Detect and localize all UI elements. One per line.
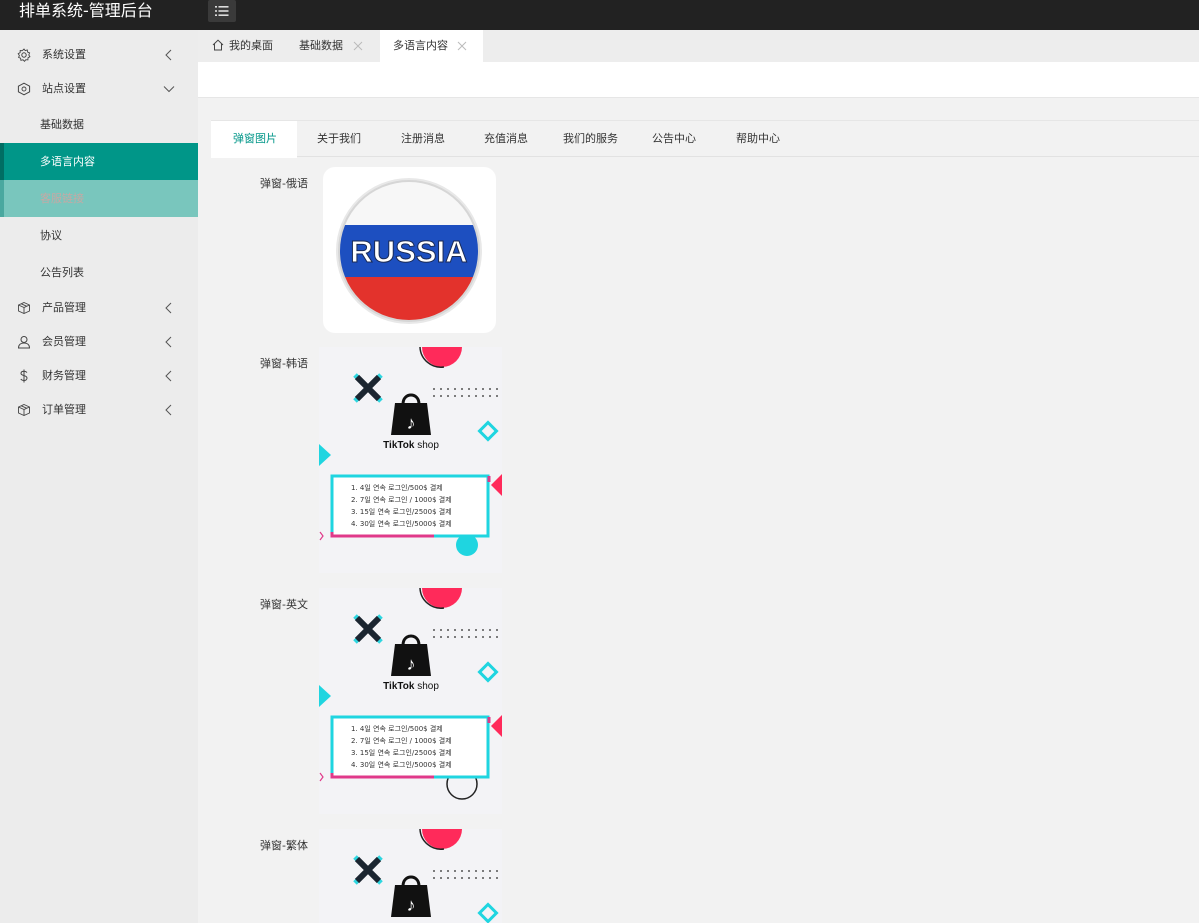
svg-text:♪: ♪ — [407, 413, 416, 433]
dollar-icon — [20, 369, 28, 383]
content-tab-label: 公告中心 — [652, 132, 696, 145]
top-header: 排单系统-管理后台 — [0, 0, 1199, 30]
chevron-left-icon — [165, 49, 172, 61]
popup-korean-image[interactable]: ♪ TikTok shop 1. 4일 연속 로그인/500$ 결제 2. 7일… — [319, 347, 502, 573]
chevron-left-icon — [165, 404, 172, 416]
promo-line-2: 2. 7일 연속 로그인 / 1000$ 결제 — [351, 736, 452, 745]
page-toolbar — [198, 62, 1199, 98]
tiktok-promo-graphic: ♪ TikTok shop 1. 4일 연속 로그인/500$ 결제 2. 7일… — [319, 588, 502, 814]
russia-flag-badge: RUSSIA — [336, 178, 482, 324]
promo-line-1: 1. 4일 연속 로그인/500$ 결제 — [351, 724, 443, 733]
sidebar-subitem-label: 客服链接 — [40, 192, 84, 205]
close-icon[interactable] — [353, 41, 363, 51]
tab-label: 基础数据 — [299, 39, 343, 52]
tab-multilanguage[interactable]: 多语言内容 — [380, 30, 483, 62]
sidebar: 系统设置 站点设置 基础数据 多语言内容 客服链接 协议 公告列表 产品管理 会… — [0, 30, 198, 923]
sidebar-subitem-basic-data[interactable]: 基础数据 — [0, 106, 198, 143]
sidebar-subitem-label: 协议 — [40, 229, 62, 242]
content-tab-popup-image[interactable]: 弹窗图片 — [211, 121, 297, 158]
user-icon — [17, 336, 31, 349]
sidebar-subitem-agreement[interactable]: 协议 — [0, 217, 198, 254]
content-tab-label: 弹窗图片 — [233, 132, 277, 145]
sidebar-item-order-management[interactable]: 订单管理 — [0, 393, 198, 427]
svg-text:TikTok shop: TikTok shop — [383, 681, 439, 692]
sidebar-item-product-management[interactable]: 产品管理 — [0, 291, 198, 325]
chevron-left-icon — [165, 370, 172, 382]
sidebar-item-label: 财务管理 — [42, 369, 86, 382]
page-tabs-bar: 我的桌面 基础数据 多语言内容 — [198, 30, 1199, 62]
home-icon — [212, 39, 224, 51]
sidebar-subitem-label: 多语言内容 — [40, 155, 95, 168]
box-icon — [18, 404, 30, 416]
popup-korean-label: 弹窗-韩语 — [260, 357, 308, 370]
content-tab-about-us[interactable]: 关于我们 — [297, 121, 381, 158]
svg-text:♪: ♪ — [407, 895, 416, 915]
sidebar-item-label: 产品管理 — [42, 301, 86, 314]
tiktok-promo-graphic: ♪ TikTok shop 1. 4일 연속 로그인/500$ 결제 2. 7일… — [319, 347, 502, 573]
popup-english-label: 弹窗-英文 — [260, 598, 308, 611]
content-tab-notice-center[interactable]: 公告中心 — [637, 121, 721, 158]
content-tab-label: 注册消息 — [401, 132, 445, 145]
sidebar-subitem-multilanguage[interactable]: 多语言内容 — [0, 143, 198, 180]
content-tab-our-services[interactable]: 我们的服务 — [549, 121, 637, 158]
chevron-left-icon — [165, 336, 172, 348]
popup-english-image[interactable]: ♪ TikTok shop 1. 4일 연속 로그인/500$ 결제 2. 7일… — [319, 588, 502, 814]
chevron-down-icon — [163, 86, 175, 93]
content-tab-label: 我们的服务 — [563, 132, 618, 145]
svg-text:TikTok shop: TikTok shop — [383, 440, 439, 451]
popup-russian-label: 弹窗-俄语 — [260, 177, 308, 190]
promo-line-1: 1. 4일 연속 로그인/500$ 결제 — [351, 483, 443, 492]
promo-line-4: 4. 30일 연속 로그인/5000$ 결제 — [351, 760, 452, 769]
sidebar-item-label: 订单管理 — [42, 403, 86, 416]
chevron-left-icon — [165, 302, 172, 314]
popup-traditional-label: 弹窗-繁体 — [260, 839, 308, 852]
shop-word-text: shop — [417, 681, 439, 692]
sidebar-subitem-notice-list[interactable]: 公告列表 — [0, 254, 198, 291]
tab-my-desktop[interactable]: 我的桌面 — [198, 30, 286, 62]
content-tab-register-message[interactable]: 注册消息 — [381, 121, 465, 158]
content-tab-label: 充值消息 — [484, 132, 528, 145]
sidebar-item-system-settings[interactable]: 系统设置 — [0, 38, 198, 72]
gear-icon — [17, 48, 31, 62]
close-icon[interactable] — [457, 41, 467, 51]
sidebar-subitem-label: 公告列表 — [40, 266, 84, 279]
sidebar-item-site-settings[interactable]: 站点设置 — [0, 72, 198, 106]
sidebar-item-finance-management[interactable]: 财务管理 — [0, 359, 198, 393]
sidebar-item-label: 会员管理 — [42, 335, 86, 348]
popup-russian-image[interactable]: RUSSIA — [323, 167, 496, 333]
tab-label: 我的桌面 — [229, 39, 273, 52]
sidebar-subitem-label: 基础数据 — [40, 118, 84, 131]
tab-basic-data[interactable]: 基础数据 — [286, 30, 380, 62]
promo-line-3: 3. 15일 연속 로그인/2500$ 결제 — [351, 748, 452, 757]
tiktok-brand-text: TikTok — [383, 440, 415, 451]
content-tabs: 弹窗图片 关于我们 注册消息 充值消息 我们的服务 公告中心 帮助中心 — [211, 120, 1199, 158]
box-icon — [18, 302, 30, 314]
tiktok-promo-graphic: ♪ — [319, 829, 502, 923]
site-icon — [17, 82, 31, 96]
promo-line-4: 4. 30일 연속 로그인/5000$ 결제 — [351, 519, 452, 528]
tiktok-brand-text: TikTok — [383, 681, 415, 692]
app-root: 排单系统-管理后台 系统设置 站点设置 基础数据 多语言内容 客服链接 协议 公… — [0, 0, 1199, 923]
shop-word-text: shop — [417, 440, 439, 451]
menu-toggle-button[interactable] — [208, 0, 236, 22]
russia-badge-text: RUSSIA — [350, 234, 467, 269]
list-icon — [215, 6, 229, 16]
content-tab-recharge-message[interactable]: 充值消息 — [465, 121, 549, 158]
svg-text:♪: ♪ — [407, 654, 416, 674]
sidebar-item-label: 系统设置 — [42, 48, 86, 61]
content-tab-label: 关于我们 — [317, 132, 361, 145]
promo-line-2: 2. 7일 연속 로그인 / 1000$ 결제 — [351, 495, 452, 504]
sidebar-subitem-service-link[interactable]: 客服链接 — [0, 180, 198, 217]
promo-line-3: 3. 15일 연속 로그인/2500$ 결제 — [351, 507, 452, 516]
sidebar-item-label: 站点设置 — [42, 82, 86, 95]
sidebar-item-member-management[interactable]: 会员管理 — [0, 325, 198, 359]
content-tab-help-center[interactable]: 帮助中心 — [721, 121, 805, 158]
tab-label: 多语言内容 — [393, 39, 448, 52]
popup-traditional-image[interactable]: ♪ — [319, 829, 502, 923]
content-tab-label: 帮助中心 — [736, 132, 780, 145]
app-title: 排单系统-管理后台 — [19, 1, 153, 20]
